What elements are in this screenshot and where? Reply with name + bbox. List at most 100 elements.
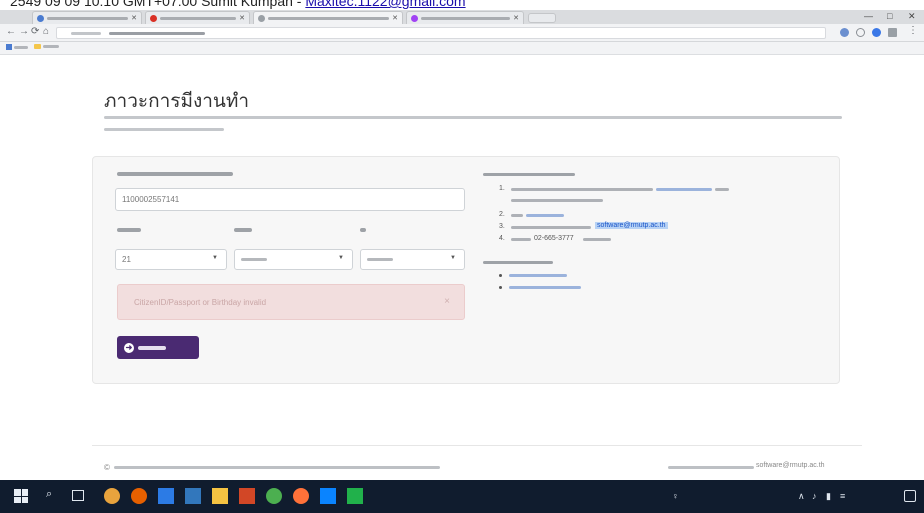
url-text [109, 32, 205, 35]
tab-close-icon[interactable]: ✕ [131, 14, 137, 22]
maximize-icon[interactable]: □ [887, 11, 892, 21]
browser-tab-active[interactable]: ✕ [253, 11, 403, 24]
year-value [367, 258, 393, 261]
extension-icon[interactable] [872, 28, 881, 37]
manual-link-1[interactable] [509, 274, 567, 277]
caption-email-link[interactable]: Maxitec.1122@gmail.com [305, 0, 465, 9]
page-description-line [104, 116, 842, 119]
caption-strip: 2549 09 09 10:10 GMT+07:00 Sumit Kumpan … [0, 0, 924, 10]
browser-toolbar: ← → ⟳ ⌂ ⋮ [0, 24, 924, 42]
caption-label: 2549 09 09 10:10 GMT+07:00 Sumit Kumpan … [10, 0, 306, 9]
login-button-label [138, 345, 166, 350]
bookmark-folder[interactable] [34, 44, 59, 49]
browser-tab[interactable]: ✕ [406, 11, 524, 24]
explorer-icon[interactable] [212, 488, 228, 504]
tab-favicon-icon [37, 14, 44, 22]
cast-icon[interactable] [888, 28, 897, 37]
tab-title [160, 16, 237, 20]
chevron-up-icon[interactable]: ∧ [798, 491, 805, 502]
bookmark-label [14, 45, 28, 49]
back-icon[interactable]: ← [6, 26, 16, 37]
notification-icon[interactable] [904, 490, 916, 502]
tab-close-icon[interactable]: ✕ [239, 14, 245, 22]
browser-tab[interactable]: ✕ [32, 11, 142, 24]
instruction-text [511, 226, 591, 229]
security-label [71, 32, 101, 35]
instructions-title [483, 173, 575, 176]
chrome-icon[interactable] [104, 488, 120, 504]
search-icon[interactable]: ⌕ [46, 488, 52, 501]
windows-start-icon[interactable] [14, 489, 28, 503]
day-select[interactable]: 21 ▼ [115, 249, 227, 270]
home-icon[interactable]: ⌂ [43, 26, 49, 37]
tab-favicon-icon [258, 14, 265, 22]
store-icon[interactable] [158, 488, 174, 504]
login-panel: 1100002557141 21 ▼ ▼ ▼ CitizenID/Passpor… [92, 156, 840, 384]
login-button[interactable]: ➜ [117, 336, 199, 359]
error-message: CitizenID/Passport or Birthday invalid [134, 298, 267, 307]
citizen-id-value: 1100002557141 [122, 195, 180, 204]
instruction-text [511, 188, 653, 191]
error-alert: CitizenID/Passport or Birthday invalid × [117, 284, 465, 320]
instruction-text [511, 214, 523, 217]
tab-title [268, 16, 390, 20]
bullet [499, 286, 502, 289]
menu-icon[interactable]: ⋮ [908, 25, 918, 36]
forward-icon[interactable]: → [19, 26, 29, 37]
tab-close-icon[interactable]: ✕ [513, 14, 519, 22]
alert-close-icon[interactable]: × [444, 296, 450, 307]
id-label [117, 172, 233, 176]
year-select[interactable]: ▼ [360, 249, 465, 270]
bookmarks-bar [0, 42, 924, 55]
firefox-icon[interactable] [131, 488, 147, 504]
volume-icon[interactable]: ♪ [812, 491, 817, 501]
page-description-line [104, 128, 224, 131]
footer-email-link[interactable]: software@rmutp.ac.th [756, 462, 825, 469]
star-icon[interactable] [856, 28, 865, 37]
chrome-icon[interactable] [266, 488, 282, 504]
manual-link-2[interactable] [509, 286, 581, 289]
support-phone: 02-665-3777 [534, 235, 574, 242]
instruction-text [715, 188, 729, 191]
bookmark-label [43, 45, 59, 48]
instruction-text [583, 238, 611, 241]
footer-copyright-text [114, 466, 440, 469]
instruction-text [511, 199, 603, 202]
month-select[interactable]: ▼ [234, 249, 353, 270]
bullet [499, 274, 502, 277]
apps-icon [6, 44, 12, 50]
network-icon[interactable]: ≡ [840, 491, 845, 501]
chevron-down-icon: ▼ [212, 255, 218, 261]
people-icon[interactable]: ♀ [672, 491, 679, 501]
reload-icon[interactable]: ⟳ [31, 26, 39, 37]
minimize-icon[interactable]: — [864, 11, 873, 21]
citizen-id-input[interactable]: 1100002557141 [115, 188, 465, 211]
translate-icon[interactable] [840, 28, 849, 37]
instruction-text [511, 238, 531, 241]
month-label [234, 228, 252, 232]
instruction-link[interactable] [526, 214, 564, 217]
month-value [241, 258, 267, 261]
task-view-icon[interactable] [72, 490, 84, 501]
tab-title [47, 16, 129, 20]
footer-divider [92, 445, 862, 446]
browser-tab[interactable]: ✕ [145, 11, 250, 24]
bookmark-apps[interactable] [6, 44, 28, 50]
tab-close-icon[interactable]: ✕ [392, 14, 398, 22]
battery-icon[interactable]: ▮ [826, 491, 831, 502]
messenger-icon[interactable] [347, 488, 363, 504]
new-tab-button[interactable] [528, 13, 556, 23]
tab-title [421, 16, 511, 20]
powerpoint-icon[interactable] [239, 488, 255, 504]
page-content: ภาวะการมีงานทำ 1100002557141 21 ▼ ▼ ▼ Ci… [0, 56, 924, 480]
photo-icon[interactable] [320, 488, 336, 504]
edge-icon[interactable] [185, 488, 201, 504]
firefox-icon[interactable] [293, 488, 309, 504]
windows-taskbar: ⌕ ♀ ∧ ♪ ▮ ≡ [0, 480, 924, 513]
address-bar[interactable] [56, 27, 826, 39]
footer-copyright: © [104, 463, 110, 472]
support-email-link[interactable]: software@rmutp.ac.th [595, 222, 668, 229]
close-window-icon[interactable]: ✕ [908, 11, 916, 22]
tab-favicon-icon [150, 14, 157, 22]
instruction-example-link[interactable] [656, 188, 712, 191]
